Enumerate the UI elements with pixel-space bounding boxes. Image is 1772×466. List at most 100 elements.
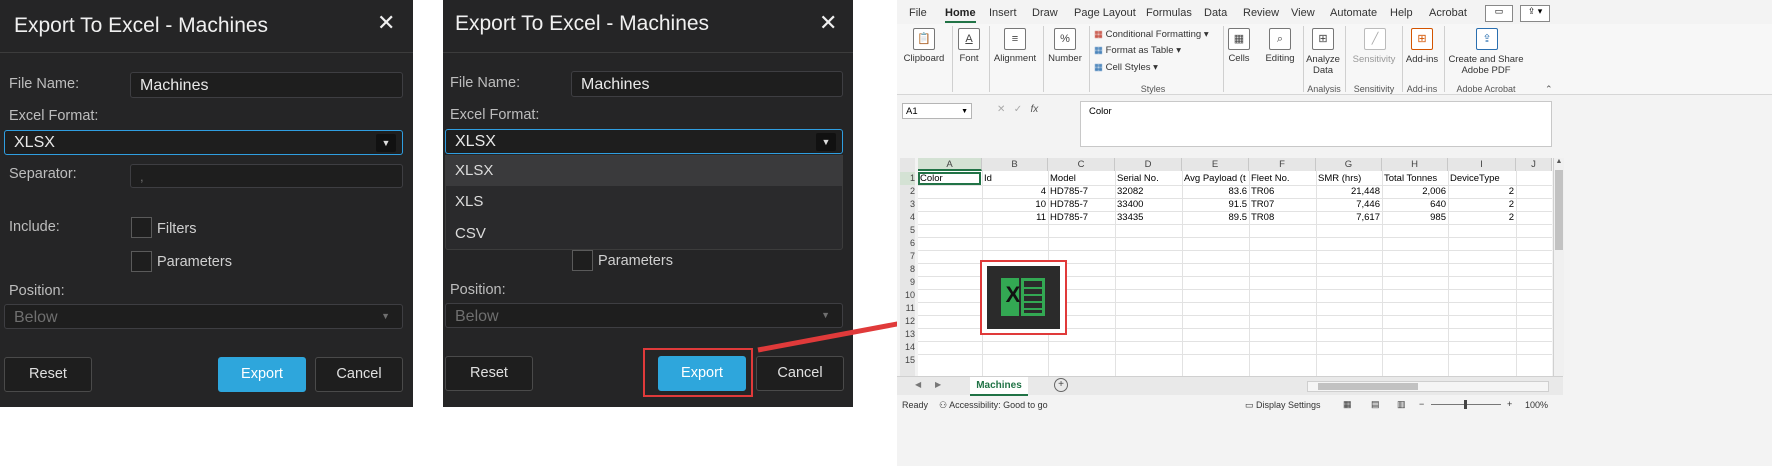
add-sheet-icon[interactable]: + bbox=[1054, 378, 1068, 392]
reset-button[interactable]: Reset bbox=[4, 357, 92, 392]
table-cell[interactable]: TR07 bbox=[1251, 198, 1314, 211]
create-pdf-button[interactable]: Create and Share Adobe PDF bbox=[1447, 54, 1525, 76]
chevron-down-icon[interactable]: ▼ bbox=[816, 133, 836, 151]
sheet-tab-machines[interactable]: Machines bbox=[970, 377, 1028, 396]
reset-button[interactable]: Reset bbox=[445, 356, 533, 391]
menu-tab-review[interactable]: Review bbox=[1243, 7, 1279, 19]
col-header-e[interactable]: E bbox=[1182, 158, 1249, 171]
table-cell[interactable]: 2 bbox=[1448, 198, 1514, 211]
table-cell[interactable]: 2,006 bbox=[1382, 185, 1446, 198]
menu-tab-page-layout[interactable]: Page Layout bbox=[1074, 7, 1136, 19]
cells-icon[interactable]: ▦ bbox=[1228, 28, 1250, 50]
row-header[interactable]: 8 bbox=[900, 263, 915, 276]
col-header-b[interactable]: B bbox=[982, 158, 1048, 171]
normal-view-icon[interactable]: ▦ bbox=[1343, 399, 1352, 410]
chevron-down-icon[interactable]: ▼ bbox=[376, 134, 396, 152]
header-cell[interactable]: Fleet No. bbox=[1251, 172, 1314, 185]
file-name-input[interactable]: Machines bbox=[130, 72, 403, 98]
function-icon[interactable]: fx bbox=[1030, 104, 1038, 115]
share-icon[interactable]: ⇪ ▾ bbox=[1520, 5, 1550, 22]
table-cell[interactable]: 7,446 bbox=[1316, 198, 1380, 211]
header-cell[interactable]: Serial No. bbox=[1117, 172, 1180, 185]
conditional-formatting-button[interactable]: ▦ Conditional Formatting ▾ bbox=[1094, 29, 1209, 40]
table-cell[interactable]: 10 bbox=[982, 198, 1046, 211]
alignment-icon[interactable]: ≡ bbox=[1004, 28, 1026, 50]
font-icon[interactable]: A bbox=[958, 28, 980, 50]
addins-icon[interactable]: ⊞ bbox=[1411, 28, 1433, 50]
table-cell[interactable]: 2 bbox=[1448, 211, 1514, 224]
row-header[interactable]: 3 bbox=[900, 198, 915, 211]
display-settings-button[interactable]: ▭ Display Settings bbox=[1245, 400, 1321, 411]
table-cell[interactable]: 91.5 bbox=[1182, 198, 1248, 211]
collapse-ribbon-icon[interactable]: ⌃ bbox=[1545, 84, 1553, 95]
clipboard-icon[interactable]: 📋 bbox=[913, 28, 935, 50]
row-header[interactable]: 11 bbox=[900, 302, 915, 315]
export-button[interactable]: Export bbox=[218, 357, 306, 392]
row-header[interactable]: 6 bbox=[900, 237, 915, 250]
format-as-table-button[interactable]: ▦ Format as Table ▾ bbox=[1094, 45, 1181, 56]
col-header-i[interactable]: I bbox=[1448, 158, 1516, 171]
cells-button[interactable]: Cells bbox=[1224, 53, 1254, 64]
row-header[interactable]: 13 bbox=[900, 328, 915, 341]
table-cell[interactable]: 4 bbox=[982, 185, 1046, 198]
menu-tab-formulas[interactable]: Formulas bbox=[1146, 7, 1192, 19]
scroll-thumb[interactable] bbox=[1555, 170, 1563, 250]
menu-tab-draw[interactable]: Draw bbox=[1032, 7, 1058, 19]
header-cell[interactable]: Avg Payload (t bbox=[1184, 172, 1248, 185]
row-header[interactable]: 4 bbox=[900, 211, 915, 224]
select-all-corner[interactable] bbox=[900, 158, 915, 171]
clipboard-button[interactable]: Clipboard bbox=[901, 53, 947, 64]
format-option-csv[interactable]: CSV bbox=[446, 219, 842, 249]
table-cell[interactable]: HD785-7 bbox=[1050, 185, 1113, 198]
sensitivity-button[interactable]: Sensitivity bbox=[1349, 54, 1399, 65]
vertical-scrollbar[interactable]: ▲ bbox=[1553, 158, 1564, 376]
alignment-button[interactable]: Alignment bbox=[991, 53, 1039, 64]
table-cell[interactable]: HD785-7 bbox=[1050, 198, 1113, 211]
row-header[interactable]: 9 bbox=[900, 276, 915, 289]
editing-icon[interactable]: ⌕ bbox=[1269, 28, 1291, 50]
col-header-c[interactable]: C bbox=[1048, 158, 1115, 171]
row-header[interactable]: 7 bbox=[900, 250, 915, 263]
table-cell[interactable]: TR06 bbox=[1251, 185, 1314, 198]
format-option-xls[interactable]: XLS bbox=[446, 187, 842, 217]
header-cell[interactable]: SMR (hrs) bbox=[1318, 172, 1380, 185]
font-button[interactable]: Font bbox=[953, 53, 985, 64]
menu-tab-view[interactable]: View bbox=[1291, 7, 1315, 19]
table-cell[interactable]: 7,617 bbox=[1316, 211, 1380, 224]
row-header[interactable]: 15 bbox=[900, 354, 915, 367]
zoom-slider-thumb[interactable] bbox=[1464, 400, 1467, 409]
header-cell[interactable]: Total Tonnes bbox=[1384, 172, 1446, 185]
row-header[interactable]: 1 bbox=[900, 172, 915, 185]
analyze-data-icon[interactable]: ⊞ bbox=[1312, 28, 1334, 50]
header-cell[interactable]: Model bbox=[1050, 172, 1113, 185]
col-header-a[interactable]: A bbox=[918, 158, 982, 171]
table-cell[interactable]: 21,448 bbox=[1316, 185, 1380, 198]
cell-styles-button[interactable]: ▦ Cell Styles ▾ bbox=[1094, 62, 1158, 73]
parameters-checkbox[interactable] bbox=[572, 250, 593, 271]
row-header[interactable]: 2 bbox=[900, 185, 915, 198]
chevron-down-icon[interactable]: ▼ bbox=[381, 311, 390, 321]
excel-format-select[interactable]: XLSX ▼ bbox=[445, 129, 843, 154]
formula-bar[interactable]: Color bbox=[1080, 101, 1552, 147]
addins-button[interactable]: Add-ins bbox=[1404, 54, 1440, 65]
header-cell[interactable]: Id bbox=[984, 172, 1046, 185]
filters-checkbox[interactable] bbox=[131, 217, 152, 238]
zoom-level[interactable]: 100% bbox=[1525, 400, 1548, 410]
h-scroll-thumb[interactable] bbox=[1318, 383, 1418, 390]
menu-tab-home[interactable]: Home bbox=[945, 7, 976, 23]
menu-tab-data[interactable]: Data bbox=[1204, 7, 1227, 19]
editing-button[interactable]: Editing bbox=[1259, 53, 1301, 64]
table-cell[interactable]: 32082 bbox=[1117, 185, 1180, 198]
cancel-button[interactable]: Cancel bbox=[315, 357, 403, 392]
scroll-up-arrow[interactable]: ▲ bbox=[1554, 158, 1564, 165]
table-cell[interactable]: 33435 bbox=[1117, 211, 1180, 224]
zoom-in-icon[interactable]: + bbox=[1507, 399, 1512, 409]
number-icon[interactable]: % bbox=[1054, 28, 1076, 50]
close-icon[interactable]: ✕ bbox=[377, 10, 395, 36]
menu-tab-acrobat[interactable]: Acrobat bbox=[1429, 7, 1467, 19]
table-cell[interactable]: 33400 bbox=[1117, 198, 1180, 211]
file-name-input[interactable]: Machines bbox=[571, 71, 843, 97]
table-cell[interactable]: 2 bbox=[1448, 185, 1514, 198]
create-pdf-icon[interactable]: ⇪ bbox=[1476, 28, 1498, 50]
zoom-slider[interactable] bbox=[1431, 400, 1501, 409]
